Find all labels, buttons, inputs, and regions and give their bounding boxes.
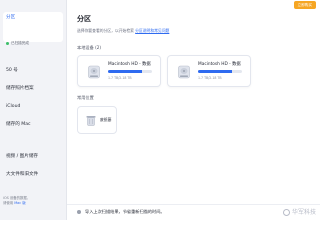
- bottom-bar: 导入上次扫描结果，节省重新扫描的时间。 华军科技: [67, 204, 320, 220]
- watermark-logo-icon: [282, 209, 290, 216]
- sidebar-item-label: iCloud: [6, 104, 21, 109]
- trash-card[interactable]: 废纸篓: [77, 106, 117, 134]
- common-locations-label: 常用位置: [77, 95, 94, 100]
- faq-link[interactable]: 分区说明和常见问题: [135, 28, 169, 33]
- sidebar-item-icloud[interactable]: iCloud: [3, 100, 63, 113]
- trash-label: 废纸篓: [100, 117, 112, 122]
- sidebar-item-video[interactable]: 视频 / 图片储存: [3, 150, 63, 163]
- sidebar-item-label: 视频 / 图片储存: [6, 154, 39, 159]
- buy-now-button[interactable]: 立即购买: [293, 1, 316, 9]
- sidebar-footer-line2: 请使用: [3, 201, 14, 205]
- trash-icon: [86, 116, 96, 126]
- usage-bar-fill: [198, 70, 233, 73]
- page-title: 分区: [77, 15, 91, 23]
- main-content: 立即购买 分区 选择你要查看的分区，以开始检索 分区说明和常见问题 本地设备 (…: [67, 0, 320, 220]
- device-name: Macintosh HD - 数据: [198, 62, 241, 67]
- sidebar-item-photos[interactable]: 储存照片档案: [3, 82, 63, 95]
- watermark-text: 华军科技: [291, 209, 316, 216]
- usage-bar: [198, 70, 242, 73]
- device-size: 1.7 TB/2.18 TB: [198, 76, 222, 80]
- page-description: 选择你要查看的分区，以开始检索 分区说明和常见问题: [77, 28, 169, 34]
- hard-disk-icon: [178, 65, 190, 79]
- usage-bar-fill: [108, 70, 143, 73]
- sidebar-item-large-files[interactable]: 大文件和旧文件: [3, 168, 63, 181]
- mac-version-link[interactable]: Mac 版: [14, 201, 25, 205]
- device-card[interactable]: Macintosh HD - 数据 1.7 TB/2.18 TB: [77, 55, 161, 87]
- sidebar-item-label: 储存的 Mac: [6, 122, 31, 127]
- description-text: 选择你要查看的分区，以开始检索: [77, 28, 134, 33]
- sidebar-footer: iOS 设备的数据， 请使用 Mac 版: [0, 193, 67, 220]
- sidebar: 分区 已扫描完成 50 号 储存照片档案 iCloud 储存的 Mac 视频 /…: [0, 0, 67, 220]
- sidebar-item-label: 大文件和旧文件: [6, 172, 39, 177]
- history-icon: [77, 210, 81, 214]
- sidebar-item-partition[interactable]: 分区: [3, 12, 63, 42]
- device-card[interactable]: Macintosh HD - 数据 1.7 TB/2.18 TB: [167, 55, 251, 87]
- hard-disk-icon: [88, 65, 100, 79]
- app-window: 分区 已扫描完成 50 号 储存照片档案 iCloud 储存的 Mac 视频 /…: [0, 0, 320, 220]
- status-dot-icon: [6, 42, 9, 45]
- scan-status-text: 已扫描完成: [11, 41, 29, 45]
- sidebar-item-50gb[interactable]: 50 号: [3, 64, 63, 77]
- sidebar-item-mac[interactable]: 储存的 Mac: [3, 118, 63, 131]
- watermark: 华军科技: [282, 208, 316, 217]
- local-devices-label: 本地设备 (2): [77, 45, 102, 50]
- sidebar-item-label: 储存照片档案: [6, 86, 34, 91]
- scan-status: 已扫描完成: [6, 41, 29, 46]
- sidebar-item-label: 50 号: [6, 68, 18, 73]
- sidebar-item-label: 分区: [6, 15, 16, 20]
- import-last-scan-link[interactable]: 导入上次扫描结果，节省重新扫描的时间。: [85, 208, 165, 216]
- device-name: Macintosh HD - 数据: [108, 62, 151, 67]
- usage-bar: [108, 70, 152, 73]
- device-size: 1.7 TB/2.18 TB: [108, 76, 132, 80]
